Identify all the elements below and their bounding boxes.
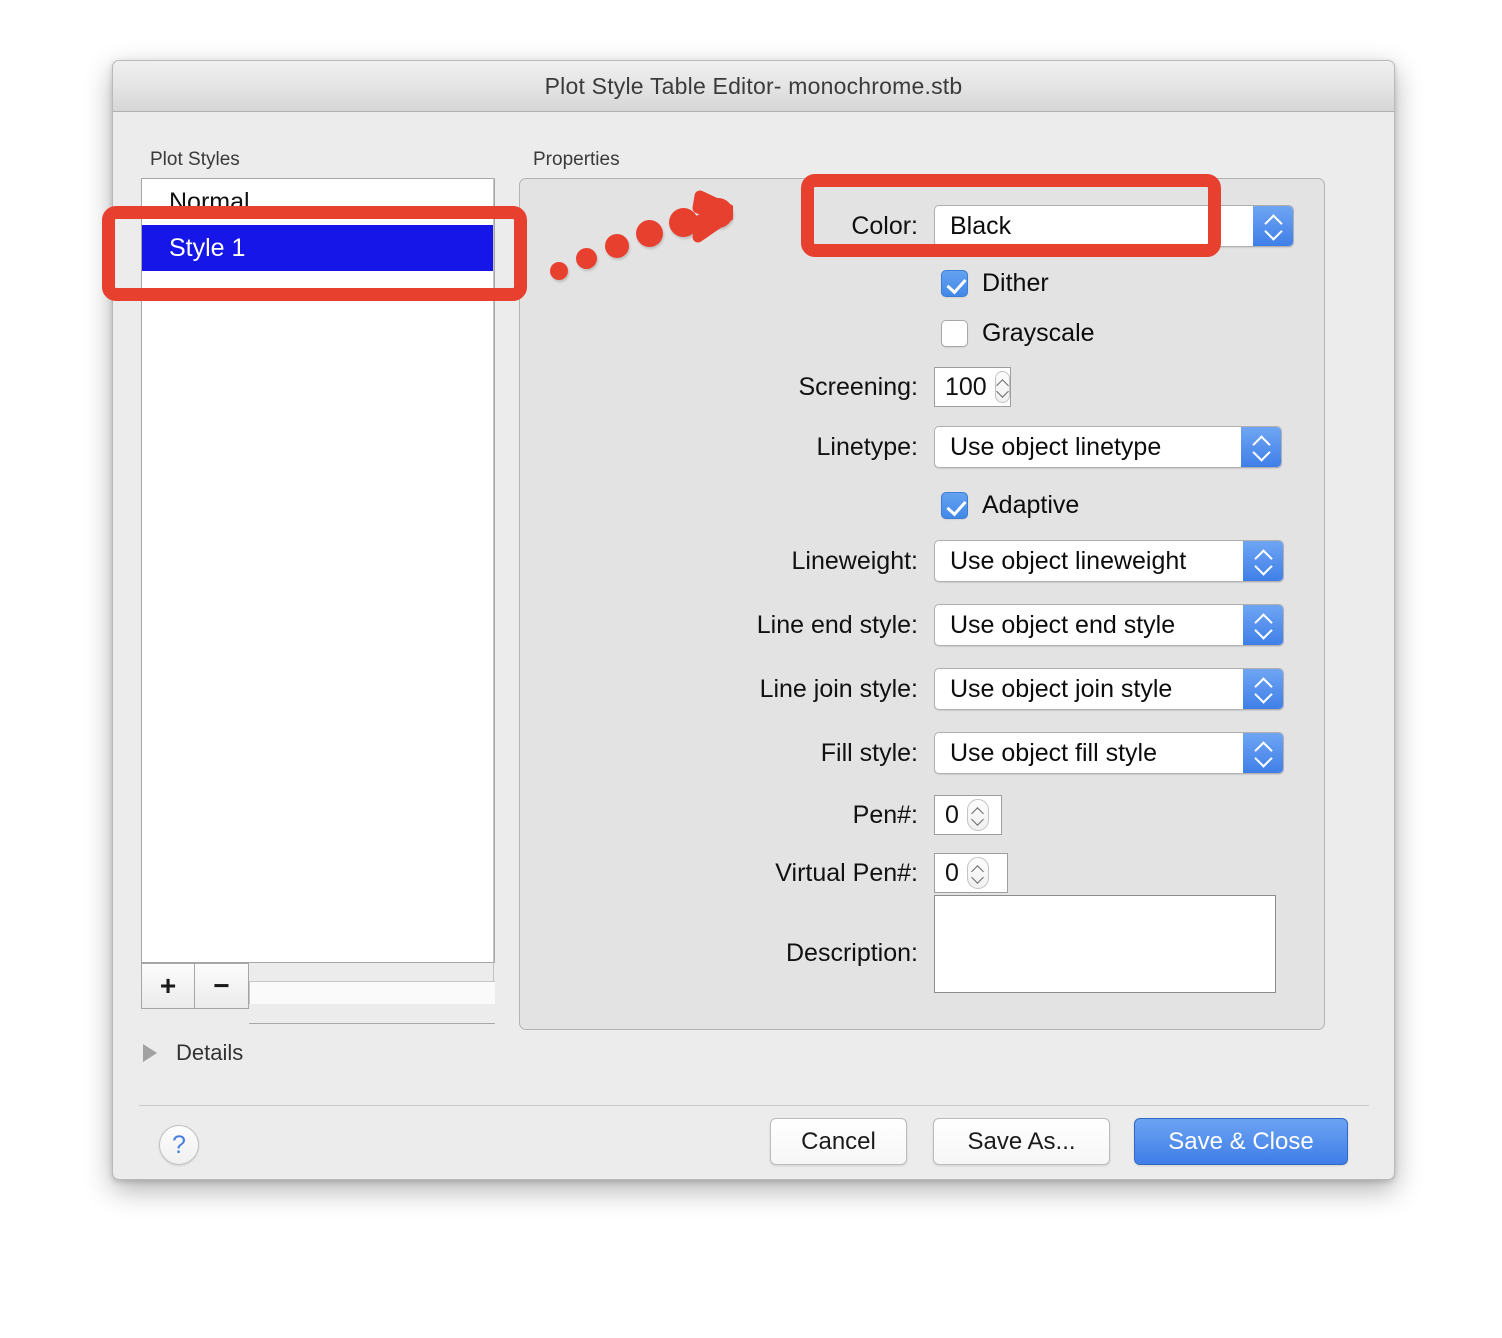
virtual-pen-number-value: 0: [945, 858, 959, 887]
add-style-button[interactable]: +: [141, 963, 195, 1009]
linetype-select[interactable]: Use object linetype: [934, 426, 1282, 468]
fill-style-select[interactable]: Use object fill style: [934, 732, 1284, 774]
help-button[interactable]: ?: [159, 1125, 199, 1165]
lineweight-row: Lineweight: Use object lineweight: [690, 540, 1284, 582]
description-row: Description:: [650, 939, 918, 968]
dither-label: Dither: [982, 269, 1049, 297]
list-item-normal[interactable]: Normal: [142, 179, 494, 225]
screening-row: Screening: 100: [738, 367, 1011, 407]
screening-value: 100: [945, 372, 987, 401]
stepper-arrows-icon[interactable]: [966, 857, 989, 889]
virtual-pen-number-label: Virtual Pen#:: [775, 858, 918, 887]
list-item-style-1[interactable]: Style 1: [142, 225, 494, 271]
fill-style-row: Fill style: Use object fill style: [718, 732, 1284, 774]
adaptive-label: Adaptive: [982, 491, 1080, 519]
line-join-style-select[interactable]: Use object join style: [934, 668, 1284, 710]
screening-stepper[interactable]: 100: [934, 367, 1011, 407]
horizontal-scrollbar-shade: [249, 1004, 495, 1024]
linetype-row: Linetype: Use object linetype: [718, 426, 1282, 468]
color-label: Color:: [851, 211, 918, 240]
linetype-select-value: Use object linetype: [950, 432, 1162, 461]
grayscale-checkbox[interactable]: [941, 320, 968, 347]
color-select[interactable]: Black: [934, 205, 1294, 247]
stepper-down-icon: [997, 389, 1008, 395]
properties-panel: Color: Black Dither Grayscale Screening:…: [519, 178, 1325, 1030]
horizontal-scrollbar[interactable]: [249, 981, 495, 1004]
chevron-down-icon: [1256, 690, 1271, 699]
cancel-button[interactable]: Cancel: [770, 1118, 907, 1165]
adaptive-row[interactable]: Adaptive: [941, 491, 1079, 520]
adaptive-checkbox[interactable]: [941, 492, 968, 519]
save-as-button[interactable]: Save As...: [933, 1118, 1110, 1165]
chevron-updown-icon[interactable]: [1243, 669, 1283, 709]
pen-number-label: Pen#:: [852, 800, 918, 829]
stepper-arrows-icon[interactable]: [994, 371, 1010, 403]
chevron-right-icon: [143, 1044, 157, 1062]
chevron-updown-icon[interactable]: [1243, 733, 1283, 773]
list-panel-divider: [493, 178, 494, 1023]
description-textarea[interactable]: [934, 895, 1276, 993]
remove-style-button[interactable]: −: [195, 963, 249, 1009]
pen-number-value: 0: [945, 800, 959, 829]
window-title: Plot Style Table Editor- monochrome.stb: [544, 72, 963, 99]
details-label: Details: [176, 1040, 244, 1065]
color-row: Color: Black: [738, 205, 1294, 247]
chevron-updown-icon[interactable]: [1243, 605, 1283, 645]
linetype-label: Linetype:: [816, 432, 918, 461]
plot-styles-group-label: Plot Styles: [150, 149, 240, 170]
lineweight-label: Lineweight:: [791, 546, 918, 575]
line-join-style-row: Line join style: Use object join style: [650, 668, 1284, 710]
line-end-style-select-value: Use object end style: [950, 610, 1176, 639]
screening-label: Screening:: [798, 372, 918, 401]
window-body: Plot Styles Properties Normal Style 1 + …: [113, 112, 1394, 1179]
footer-divider: [139, 1105, 1369, 1106]
virtual-pen-number-stepper[interactable]: 0: [934, 853, 1008, 893]
plot-styles-list[interactable]: Normal Style 1: [141, 178, 495, 963]
description-label: Description:: [786, 939, 918, 967]
stepper-down-icon: [972, 875, 983, 881]
chevron-down-icon: [1254, 448, 1269, 457]
lineweight-select[interactable]: Use object lineweight: [934, 540, 1284, 582]
chevron-down-icon: [1266, 227, 1281, 236]
line-end-style-select[interactable]: Use object end style: [934, 604, 1284, 646]
details-disclosure[interactable]: Details: [143, 1040, 243, 1066]
stepper-down-icon: [972, 817, 983, 823]
chevron-down-icon: [1256, 754, 1271, 763]
fill-style-label: Fill style:: [820, 738, 918, 767]
stepper-arrows-icon[interactable]: [966, 799, 989, 831]
line-end-style-label: Line end style:: [756, 610, 918, 639]
lineweight-select-value: Use object lineweight: [950, 546, 1187, 575]
pen-number-row: Pen#: 0: [738, 795, 1002, 835]
dither-row[interactable]: Dither: [941, 269, 1049, 298]
line-join-style-select-value: Use object join style: [950, 674, 1173, 703]
line-join-style-label: Line join style:: [759, 674, 918, 703]
arrowhead-icon: [692, 190, 733, 243]
chevron-down-icon: [1256, 562, 1271, 571]
plot-styles-list-footer: + −: [141, 963, 495, 1024]
chevron-down-icon: [1256, 626, 1271, 635]
line-end-style-row: Line end style: Use object end style: [650, 604, 1284, 646]
chevron-updown-icon[interactable]: [1241, 427, 1281, 467]
chevron-updown-icon[interactable]: [1243, 541, 1283, 581]
annotation-arrow: [548, 190, 733, 285]
save-and-close-button[interactable]: Save & Close: [1134, 1118, 1348, 1165]
grayscale-row[interactable]: Grayscale: [941, 319, 1095, 348]
color-select-value: Black: [950, 211, 1012, 240]
dither-checkbox[interactable]: [941, 270, 968, 297]
chevron-updown-icon[interactable]: [1253, 206, 1293, 246]
add-remove-button-group: + −: [141, 963, 249, 1009]
plot-style-table-editor-window: Plot Style Table Editor- monochrome.stb …: [112, 60, 1395, 1180]
properties-group-label: Properties: [533, 149, 620, 170]
virtual-pen-number-row: Virtual Pen#: 0: [650, 853, 1008, 893]
pen-number-stepper[interactable]: 0: [934, 795, 1002, 835]
window-titlebar: Plot Style Table Editor- monochrome.stb: [113, 61, 1394, 112]
fill-style-select-value: Use object fill style: [950, 738, 1158, 767]
grayscale-label: Grayscale: [982, 319, 1095, 347]
screenshot-root: Plot Style Table Editor- monochrome.stb …: [0, 0, 1502, 1338]
